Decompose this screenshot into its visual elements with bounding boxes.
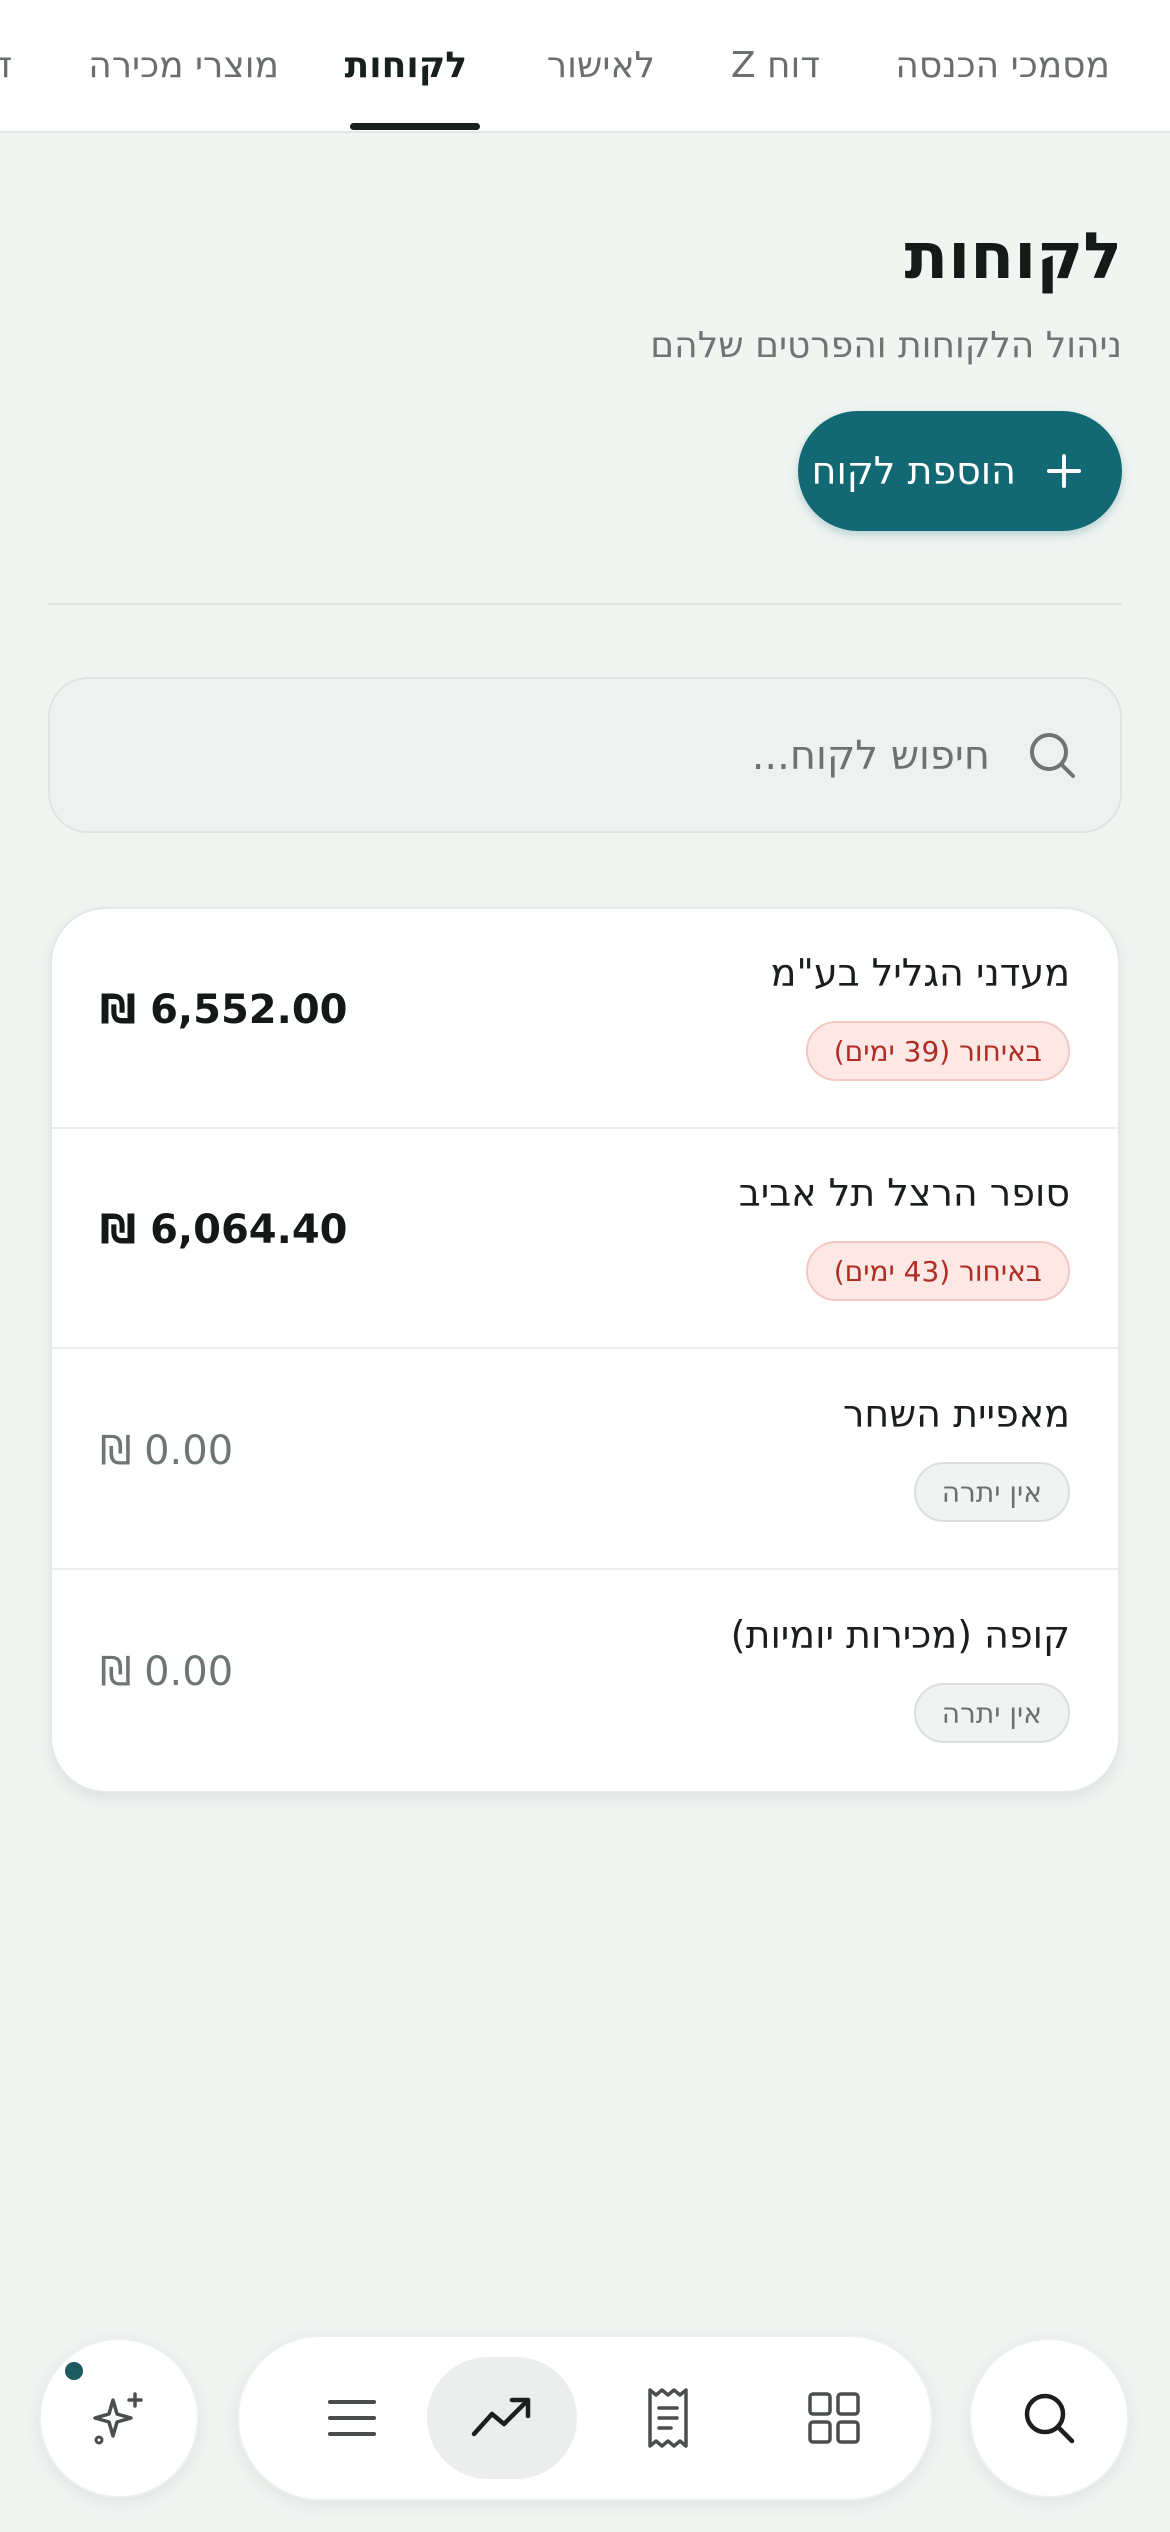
search-box[interactable] [48,677,1122,833]
search-input[interactable] [108,719,992,793]
customer-name: מעדני הגליל בע"מ [770,951,1070,995]
tab-z-report[interactable]: דוח Z [731,0,820,131]
customer-name: קופה (מכירות יומיות) [730,1613,1070,1657]
grid-icon [808,2392,860,2444]
sparkle-icon [93,2392,143,2445]
customer-row[interactable]: מאפיית השחר אין יתרה ₪ 0.00 [52,1350,1118,1570]
customer-row[interactable]: מעדני הגליל בע"מ באיחור (39 ימים) ₪ 6,55… [52,909,1118,1129]
nav-receipts[interactable] [593,2357,743,2479]
menu-icon [328,2400,376,2436]
ai-assistant-button[interactable] [39,2338,199,2498]
tab-income-documents[interactable]: מסמכי הכנסה [895,0,1110,131]
customer-balance: ₪ 0.00 [100,1428,234,1474]
status-badge: באיחור (43 ימים) [805,1241,1070,1301]
page-title: לקוחות [904,220,1122,294]
search-icon [1030,733,1075,778]
status-badge: אין יתרה [913,1683,1070,1743]
header-divider [48,603,1122,605]
tab-customers[interactable]: לקוחות [345,0,467,131]
customer-balance: ₪ 6,064.40 [100,1207,348,1253]
top-tab-bar: מסמכי הכנסה דוח Z לאישור לקוחות מוצרי מכ… [0,0,1170,133]
page-subtitle: ניהול הלקוחות והפרטים שלהם [650,325,1122,366]
search-icon [1024,2393,1075,2444]
trending-up-icon [471,2397,531,2437]
plus-icon [1047,454,1081,488]
active-tab-indicator [350,123,480,130]
status-badge: אין יתרה [913,1462,1070,1522]
add-customer-label: הוספת לקוח [811,449,1016,493]
tab-sale-products[interactable]: מוצרי מכירה [88,0,279,131]
customer-list: מעדני הגליל בע"מ באיחור (39 ימים) ₪ 6,55… [50,907,1120,1793]
customer-row[interactable]: קופה (מכירות יומיות) אין יתרה ₪ 0.00 [52,1571,1118,1791]
customer-row[interactable]: סופר הרצל תל אביב באיחור (43 ימים) ₪ 6,0… [52,1129,1118,1349]
customer-balance: ₪ 0.00 [100,1649,234,1695]
nav-dashboard[interactable] [759,2357,909,2479]
bottom-nav [237,2335,933,2501]
customer-name: סופר הרצל תל אביב [738,1171,1070,1215]
customer-balance: ₪ 6,552.00 [100,987,348,1033]
nav-menu[interactable] [277,2357,427,2479]
nav-trends[interactable] [427,2357,577,2479]
notification-dot [65,2362,83,2380]
receipt-icon [648,2388,688,2448]
global-search-button[interactable] [969,2338,1129,2498]
customer-name: מאפיית השחר [842,1392,1070,1436]
tab-truncated[interactable]: ד [0,0,12,131]
add-customer-button[interactable]: הוספת לקוח [798,411,1122,531]
tab-for-approval[interactable]: לאישור [547,0,655,131]
status-badge: באיחור (39 ימים) [805,1021,1070,1081]
